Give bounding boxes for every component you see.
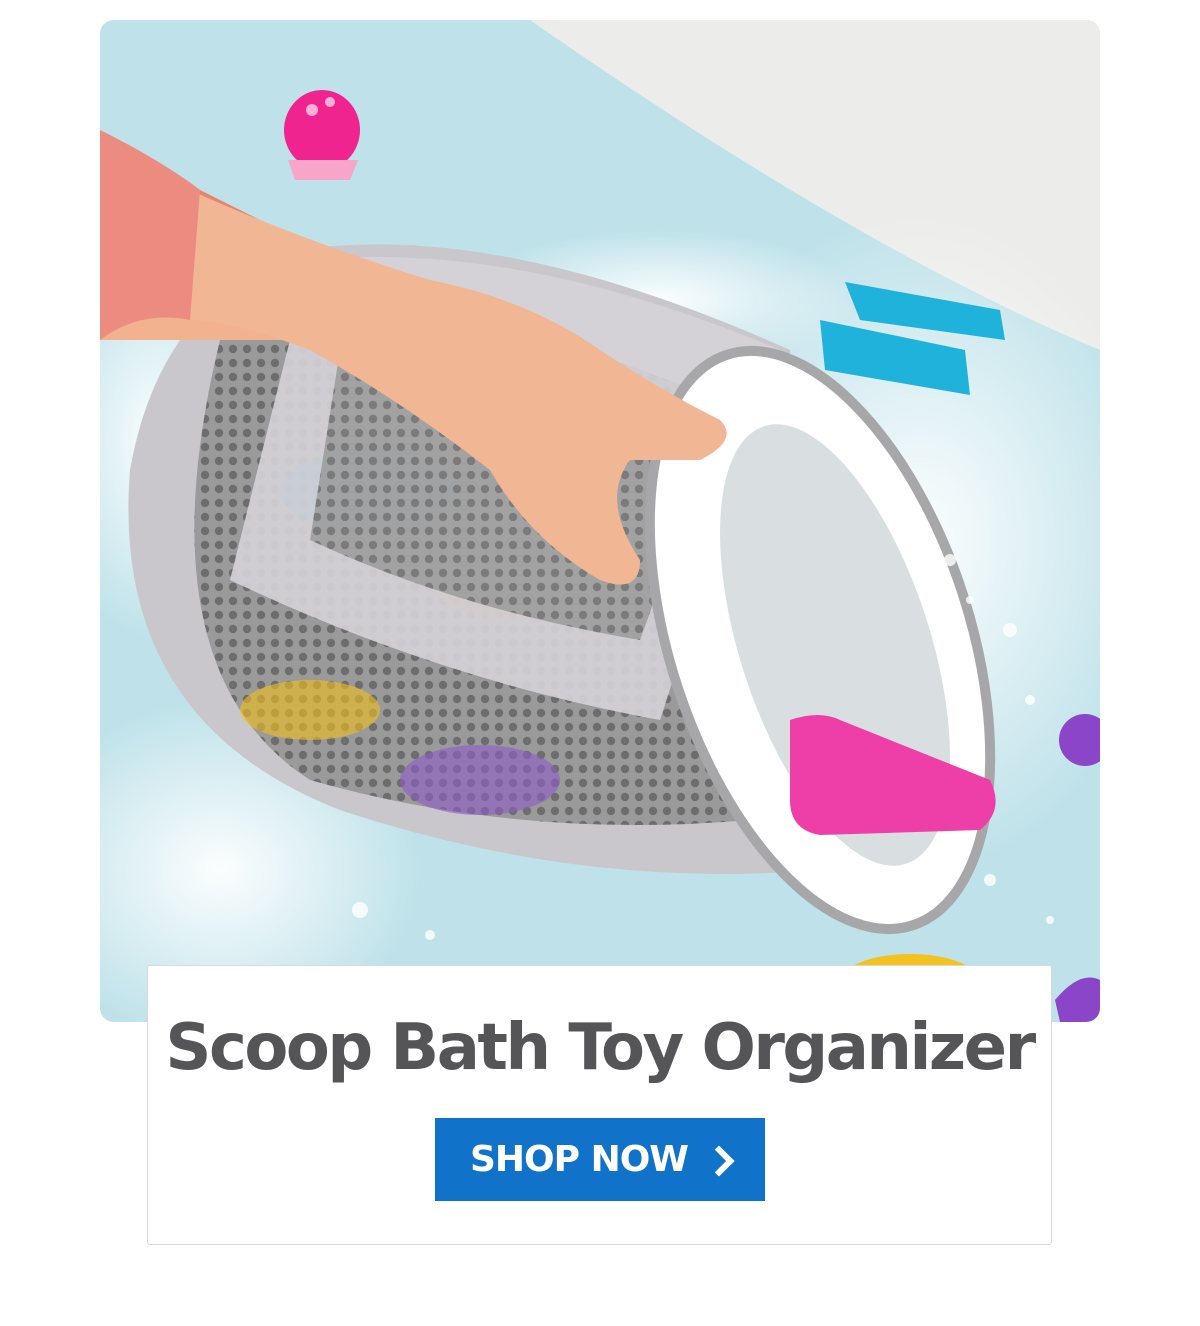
- product-title: Scoop Bath Toy Organizer: [165, 1011, 1036, 1085]
- product-card: Scoop Bath Toy Organizer SHOP NOW: [147, 965, 1052, 1245]
- shop-now-label: SHOP NOW: [469, 1139, 689, 1180]
- chevron-right-icon: [703, 1144, 735, 1177]
- product-image[interactable]: [100, 20, 1100, 1022]
- product-photo-illustration: [100, 20, 1100, 1022]
- shop-now-button[interactable]: SHOP NOW: [435, 1118, 765, 1201]
